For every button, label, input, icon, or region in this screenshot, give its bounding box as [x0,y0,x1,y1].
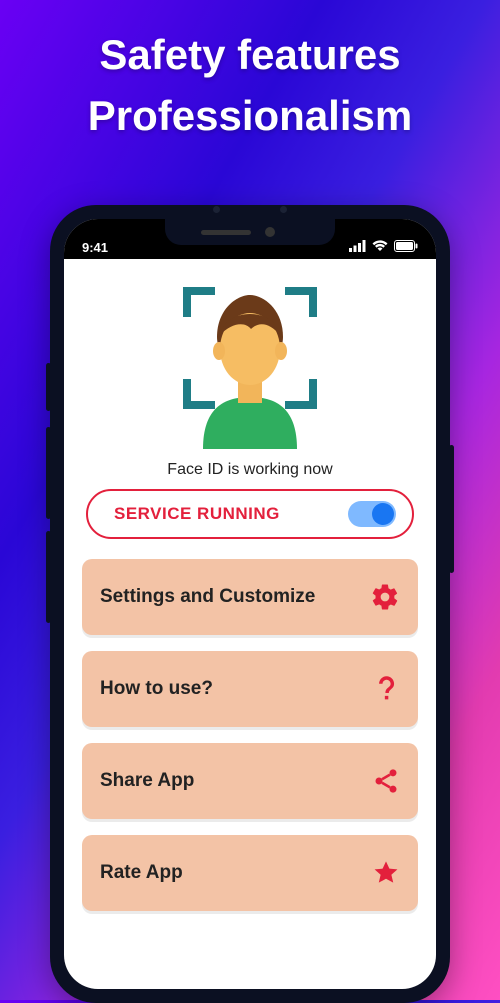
face-id-illustration [82,279,418,449]
menu-item-how-to-use[interactable]: How to use? [82,651,418,727]
hero-heading: Safety features Professionalism [0,0,500,143]
menu-item-share-app[interactable]: Share App [82,743,418,819]
phone-side-button [449,445,454,573]
menu-item-rate-app[interactable]: Rate App [82,835,418,911]
share-icon [372,767,400,795]
menu-item-label: Settings and Customize [100,586,315,608]
service-status-pill: Service Running [86,489,414,539]
status-time: 9:41 [82,240,108,255]
menu-item-label: Rate App [100,862,183,884]
service-status-label: Service Running [114,504,280,524]
wifi-icon [372,240,388,255]
service-toggle[interactable] [348,501,396,527]
menu-item-settings[interactable]: Settings and Customize [82,559,418,635]
toggle-knob [372,503,394,525]
gear-icon [370,582,400,612]
phone-notch [165,219,335,245]
phone-side-button [46,531,51,623]
star-icon [372,859,400,887]
menu-list: Settings and Customize How to use? Share… [82,559,418,911]
battery-icon [394,240,418,255]
question-icon [372,674,400,704]
phone-sensor-dots [50,202,450,216]
hero-line-2: Professionalism [0,89,500,144]
hero-line-1: Safety features [0,28,500,83]
face-id-status-text: Face ID is working now [82,461,418,479]
status-icons [349,240,418,255]
phone-screen: 9:41 [64,219,436,989]
menu-item-label: How to use? [100,678,213,700]
phone-side-button [46,427,51,519]
menu-item-label: Share App [100,770,194,792]
phone-side-button [46,363,51,411]
signal-icon [349,240,366,255]
phone-frame: 9:41 [50,205,450,1003]
